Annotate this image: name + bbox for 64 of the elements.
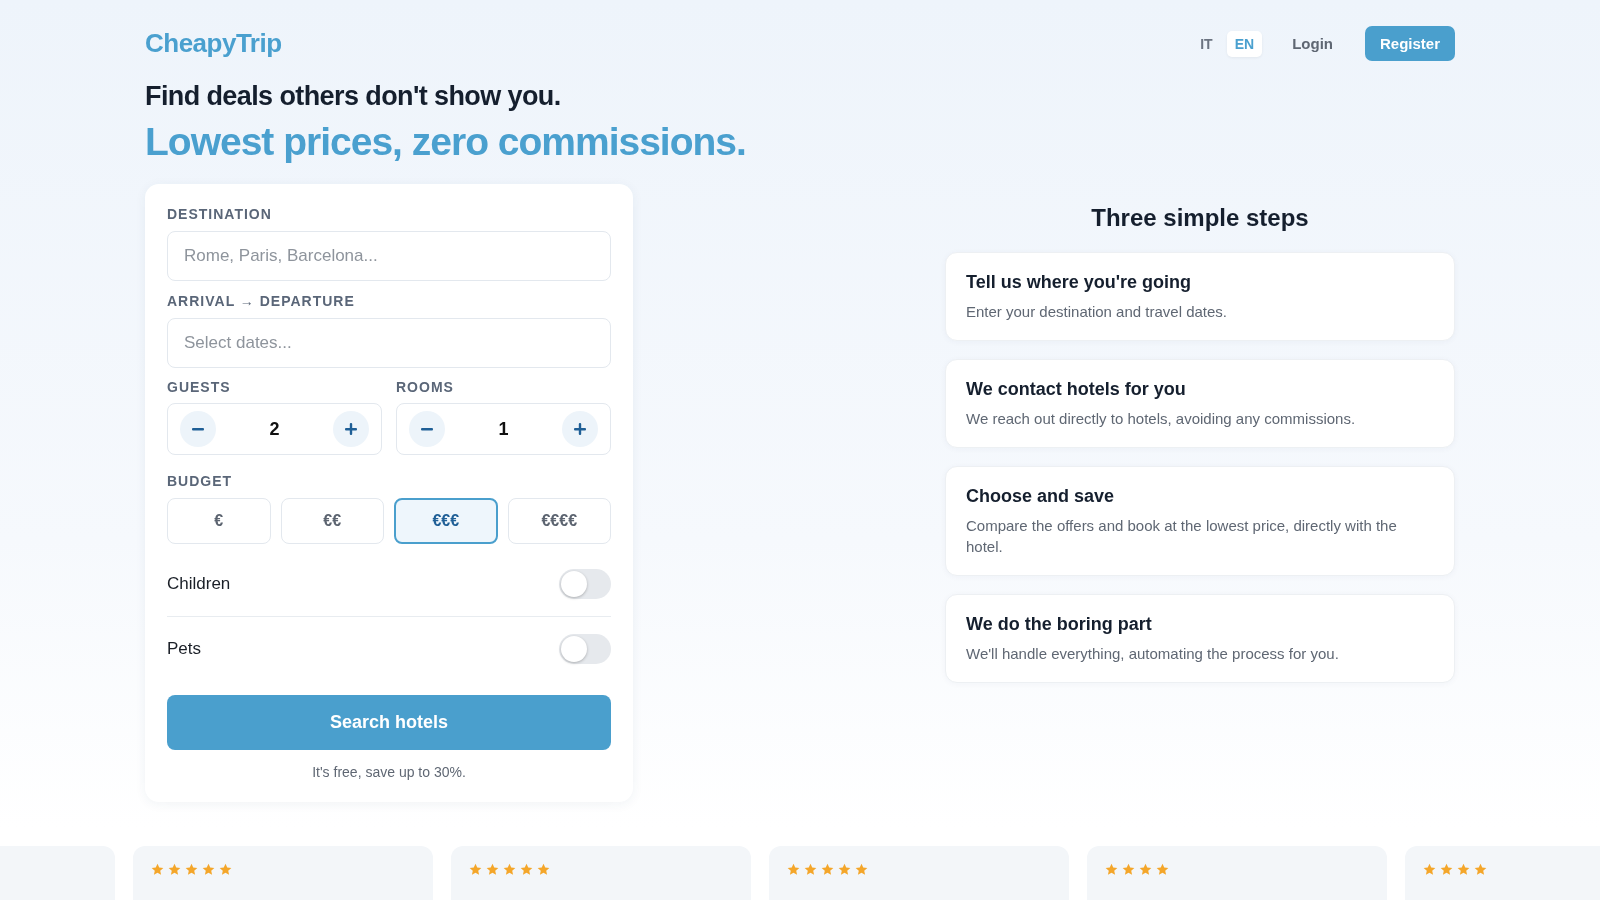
step-text: Compare the offers and book at the lowest price, directly with the hotel. xyxy=(966,515,1398,558)
star-icon xyxy=(1156,863,1169,876)
star-icon xyxy=(787,863,800,876)
toggle-label: Pets xyxy=(167,639,202,659)
step-title: We contact hotels for you xyxy=(966,378,1187,400)
field-label: DESTINATION xyxy=(167,206,273,222)
budget-option[interactable]: €€€€ xyxy=(507,498,611,544)
star-icon xyxy=(486,863,499,876)
star-icon xyxy=(821,863,834,876)
star-icon xyxy=(469,863,482,876)
field-label: ARRIVAL → DEPARTURE xyxy=(167,293,356,309)
language-tab[interactable]: EN xyxy=(1226,30,1263,57)
toggle-switch[interactable] xyxy=(559,634,611,664)
star-icon xyxy=(1440,863,1453,876)
toggle-label: Children xyxy=(167,574,231,594)
field-label: GUESTS xyxy=(167,379,232,395)
star-icon xyxy=(219,863,232,876)
star-icon xyxy=(151,863,164,876)
toggle-switch[interactable] xyxy=(559,569,611,599)
language-tab[interactable]: IT xyxy=(1192,30,1221,57)
budget-option[interactable]: € xyxy=(167,498,271,544)
star-icon xyxy=(1457,863,1470,876)
step-title: Choose and save xyxy=(966,485,1116,507)
minus-button[interactable] xyxy=(409,411,445,447)
star-icon xyxy=(1474,863,1487,876)
star-icon xyxy=(520,863,533,876)
login-link[interactable]: Login xyxy=(1292,35,1333,52)
destination-input[interactable]: Rome, Paris, Barcelona... xyxy=(167,231,611,281)
minus-button[interactable] xyxy=(180,411,216,447)
star-icon xyxy=(503,863,516,876)
register-button[interactable]: Register xyxy=(1364,26,1455,61)
budget-option[interactable]: €€€ xyxy=(394,498,498,544)
dates-input[interactable]: Select dates... xyxy=(167,318,611,368)
step-text: Enter your destination and travel dates. xyxy=(966,302,1228,322)
plus-icon xyxy=(345,423,357,435)
search-button[interactable]: Search hotels xyxy=(167,695,611,750)
star-icon xyxy=(185,863,198,876)
star-icon xyxy=(1105,863,1118,876)
plus-button[interactable] xyxy=(333,411,369,447)
step-text: We reach out directly to hotels, avoiding any commissions. xyxy=(966,408,1357,429)
counter-value: 2 xyxy=(269,418,280,440)
budget-option[interactable]: €€ xyxy=(280,498,384,544)
field-label: ROOMS xyxy=(396,379,455,395)
star-icon xyxy=(202,863,215,876)
star-icon xyxy=(855,863,868,876)
counter-value: 1 xyxy=(498,418,509,440)
hero-title: Find deals others don't show you. xyxy=(145,81,562,112)
star-icon xyxy=(1423,863,1436,876)
star-icon xyxy=(838,863,851,876)
step-title: We do the boring part xyxy=(966,614,1153,635)
note-text: It's free, save up to 30%. xyxy=(311,764,467,780)
steps-title: Three simple steps xyxy=(1090,204,1310,232)
plus-button[interactable] xyxy=(562,411,598,447)
field-label: BUDGET xyxy=(167,473,234,489)
star-icon xyxy=(537,863,550,876)
hero-subtitle: Lowest prices, zero commissions. xyxy=(145,120,747,164)
logo[interactable]: CheapyTrip xyxy=(145,28,282,59)
step-title: Tell us where you're going xyxy=(966,272,1192,293)
star-icon xyxy=(804,863,817,876)
star-icon xyxy=(1122,863,1135,876)
plus-icon xyxy=(574,423,586,435)
star-icon xyxy=(1139,863,1152,876)
step-text: We'll handle everything, automating the process for you. xyxy=(966,644,1340,664)
star-icon xyxy=(168,863,181,876)
